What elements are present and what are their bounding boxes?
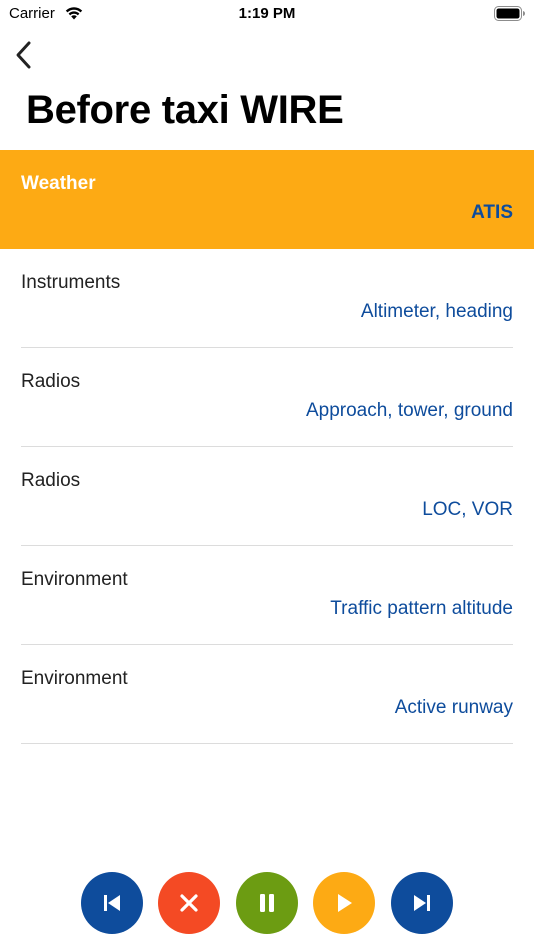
item-category: Instruments <box>21 272 121 293</box>
page-title: Before taxi WIRE <box>26 88 344 132</box>
item-value: LOC, VOR <box>422 499 513 520</box>
divider <box>21 743 513 744</box>
playback-controls <box>0 872 534 934</box>
skip-next-icon <box>414 895 430 911</box>
skip-previous-icon <box>104 895 120 911</box>
item-category: Environment <box>21 569 128 590</box>
stop-button[interactable] <box>158 872 220 934</box>
list-item[interactable]: Radios Approach, tower, ground <box>0 348 534 447</box>
list-item[interactable]: Radios LOC, VOR <box>0 447 534 546</box>
item-value: ATIS <box>471 202 513 223</box>
item-category: Radios <box>21 470 81 491</box>
item-category: Radios <box>21 371 81 392</box>
stop-icon <box>180 894 198 912</box>
item-value: Altimeter, heading <box>360 301 513 322</box>
next-button[interactable] <box>391 872 453 934</box>
list-item[interactable]: Instruments Altimeter, heading <box>0 249 534 348</box>
battery-icon <box>494 6 525 21</box>
clock: 1:19 PM <box>238 5 296 22</box>
item-value: Active runway <box>394 697 513 718</box>
item-category: Environment <box>21 668 128 689</box>
checklist: Weather ATIS Instruments Altimeter, head… <box>0 150 534 744</box>
chevron-left-icon <box>16 41 31 69</box>
play-icon <box>338 894 352 912</box>
item-value: Approach, tower, ground <box>305 400 513 421</box>
pause-button[interactable] <box>236 872 298 934</box>
previous-button[interactable] <box>81 872 143 934</box>
pause-icon <box>260 894 274 912</box>
list-item[interactable]: Weather ATIS <box>0 150 534 249</box>
list-item[interactable]: Environment Traffic pattern altitude <box>0 546 534 645</box>
back-button[interactable] <box>12 38 40 72</box>
item-value: Traffic pattern altitude <box>330 598 513 619</box>
status-bar: Carrier 1:19 PM <box>0 0 534 28</box>
item-category: Weather <box>21 173 96 194</box>
list-item[interactable]: Environment Active runway <box>0 645 534 744</box>
play-button[interactable] <box>313 872 375 934</box>
